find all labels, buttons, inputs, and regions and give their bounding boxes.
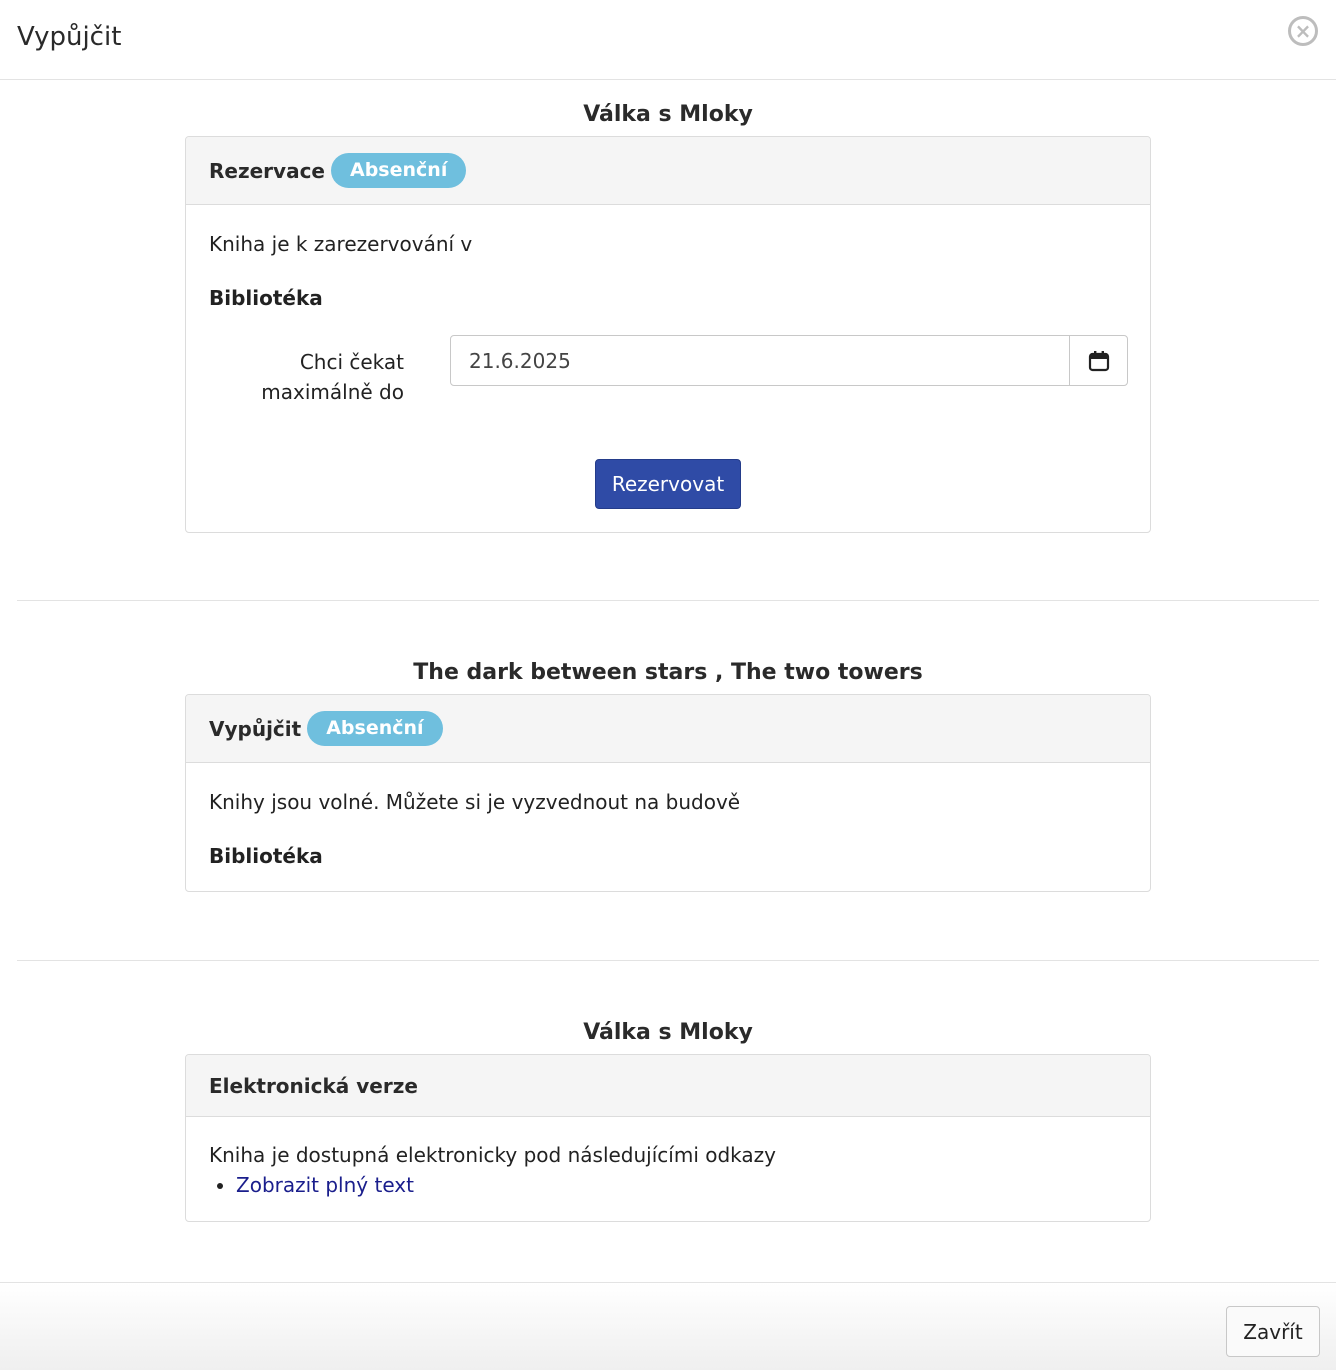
borrow-card: Vypůjčit Absenční Knihy jsou volné. Může…: [185, 694, 1151, 892]
library-name: Bibliotéka: [209, 844, 323, 868]
calendar-button[interactable]: [1069, 335, 1128, 386]
link-list: Zobrazit plný text: [209, 1173, 414, 1197]
section-title: Válka s Mloky: [583, 102, 753, 127]
divider: [17, 960, 1319, 961]
card-body: Knihy jsou volné. Můžete si je vyzvednou…: [186, 763, 1150, 891]
card-header: Vypůjčit Absenční: [186, 695, 1150, 763]
modal-title: Vypůjčit: [17, 22, 122, 52]
calendar-icon: [1088, 350, 1109, 371]
divider: [17, 600, 1319, 601]
card-body: Kniha je dostupná elektronicky pod násle…: [186, 1117, 1150, 1221]
status-badge: Absenční: [331, 153, 467, 188]
card-title: Elektronická verze: [209, 1073, 418, 1098]
availability-text: Knihy jsou volné. Můžete si je vyzvednou…: [209, 790, 741, 814]
modal-footer: Zavřít: [0, 1282, 1336, 1370]
reservation-card: Rezervace Absenční Kniha je k zarezervov…: [185, 136, 1151, 533]
status-badge: Absenční: [307, 711, 443, 746]
modal-header: Vypůjčit ×: [0, 0, 1336, 80]
wait-until-date-input[interactable]: [450, 335, 1070, 386]
reserve-button[interactable]: Rezervovat: [595, 459, 741, 509]
full-text-link[interactable]: Zobrazit plný text: [236, 1173, 414, 1197]
close-button[interactable]: Zavřít: [1226, 1306, 1320, 1357]
electronic-text: Kniha je dostupná elektronicky pod násle…: [209, 1143, 776, 1167]
electronic-card: Elektronická verze Kniha je dostupná ele…: [185, 1054, 1151, 1222]
section-title: The dark between stars , The two towers: [413, 660, 923, 685]
card-title: Rezervace: [209, 158, 325, 183]
availability-text: Kniha je k zarezervování v: [209, 232, 473, 256]
card-body: Kniha je k zarezervování v Bibliotéka Ch…: [186, 205, 1150, 532]
card-header: Rezervace Absenční: [186, 137, 1150, 205]
date-label: Chci čekat maximálně do: [261, 350, 404, 404]
library-name: Bibliotéka: [209, 286, 323, 310]
close-icon[interactable]: ×: [1288, 16, 1318, 46]
card-header: Elektronická verze: [186, 1055, 1150, 1117]
list-item: Zobrazit plný text: [236, 1173, 414, 1197]
card-title: Vypůjčit: [209, 716, 302, 741]
section-title: Válka s Mloky: [583, 1020, 753, 1045]
